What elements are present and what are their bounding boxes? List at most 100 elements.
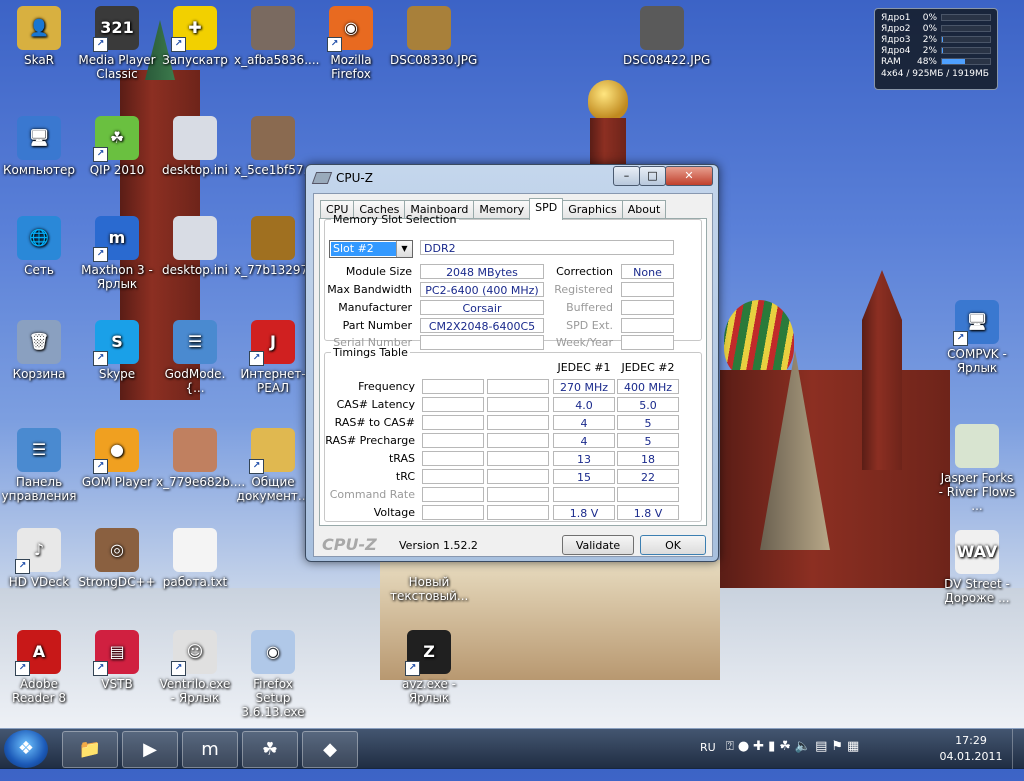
desktop-icon[interactable]: A ↗ Adobe Reader 8	[0, 630, 78, 705]
desktop-icon[interactable]: 🖥 Компьютер	[0, 116, 78, 177]
maximize-button[interactable]: □	[639, 166, 666, 186]
desktop-icon[interactable]: 🖥 ↗ COMPVK - Ярлык	[938, 300, 1016, 375]
desktop-icon-label: SkaR	[23, 53, 55, 67]
shortcut-arrow-icon: ↗	[953, 331, 968, 346]
desktop-icon[interactable]: DSC08330.JPG	[390, 6, 477, 67]
desktop-icon[interactable]: ▤ ↗ VSTB	[78, 630, 156, 691]
registered-value	[621, 282, 674, 297]
desktop-icon-label: Компьютер	[3, 163, 75, 177]
desktop-icon[interactable]: ◉ Firefox Setup 3.6.13.exe	[234, 630, 312, 719]
taskbar-button-icon: m	[201, 739, 219, 760]
desktop-icon[interactable]: DSC08422.JPG	[623, 6, 710, 67]
timing-jedec1-value: 1.8 V	[553, 505, 615, 520]
help-icon[interactable]: ⍰	[726, 739, 738, 754]
desktop-icon[interactable]: m ↗ Maxthon 3 - Ярлык	[78, 216, 156, 291]
desktop-icon[interactable]: x_77b13297....	[234, 216, 323, 277]
desktop-icon[interactable]: S ↗ Skype	[78, 320, 156, 381]
desktop-icon[interactable]: Jasper Forks - River Flows ...	[938, 424, 1016, 513]
desktop-icon-glyph: J	[270, 332, 276, 351]
shortcut-arrow-icon: ↗	[93, 147, 108, 162]
desktop-icon-label: DV Street - Дороже ...	[944, 577, 1010, 605]
desktop-icon[interactable]: 321 ↗ Media Player Classic	[78, 6, 156, 81]
explorer-taskbar-button[interactable]: 📁	[62, 731, 118, 768]
taskbar-button-icon: 📁	[78, 739, 102, 760]
desktop-icon-image: 👤	[17, 6, 61, 50]
desktop-icon-image	[173, 428, 217, 472]
desktop-icon[interactable]: ◉ ↗ Mozilla Firefox	[312, 6, 390, 81]
gadget-row: Ядро4 2%	[881, 45, 991, 56]
memory-slot-group-title: Memory Slot Selection	[333, 213, 457, 226]
slot-select[interactable]: Slot #2 ▼	[329, 240, 413, 258]
desktop-icon[interactable]: работа.txt	[156, 528, 234, 589]
chevron-down-icon[interactable]: ▼	[396, 241, 412, 257]
system-monitor-gadget[interactable]: Ядро1 0% Ядро2 0% Ядро3 2% Ядро4 2% RAM 48% 4x64 …	[874, 8, 998, 90]
qip-tray-icon[interactable]: ☘	[779, 739, 795, 754]
internet-tray-icon[interactable]: ▮	[768, 739, 779, 754]
desktop-icon[interactable]: J ↗ Интернет-РЕАЛ	[234, 320, 312, 395]
language-indicator[interactable]: RU	[700, 741, 716, 781]
desktop-icon[interactable]: Z ↗ avz.exe - Ярлык	[390, 630, 468, 705]
gom-tray-icon[interactable]: ●	[738, 739, 753, 754]
desktop-icon[interactable]: ☘ ↗ QIP 2010	[78, 116, 156, 177]
desktop-icon-image	[251, 6, 295, 50]
desktop-icon[interactable]: desktop.ini	[156, 216, 234, 277]
cathedral-dome-1	[724, 300, 794, 380]
gadget-row-percent: 0%	[922, 23, 937, 34]
desktop-icon-image	[173, 116, 217, 160]
qip-taskbar-button[interactable]: ☘	[242, 731, 298, 768]
desktop-icon[interactable]: x_779e682b....	[156, 428, 245, 489]
desktop-icon[interactable]: ☰ GodMode.{...	[156, 320, 234, 395]
desktop-icon[interactable]: ☰ Панель управления	[0, 428, 78, 503]
desktop-icon-glyph: ◉	[266, 642, 280, 661]
close-button[interactable]: ✕	[665, 166, 713, 186]
desktop-icon-glyph: A	[32, 642, 46, 661]
desktop-icon-image: 🖥	[17, 116, 61, 160]
gadget-row: Ядро3 2%	[881, 34, 991, 45]
desktop-icon-image: ♪ ↗	[15, 528, 61, 574]
media-taskbar-button[interactable]: ▶	[122, 731, 178, 768]
minimize-button[interactable]: –	[613, 166, 640, 186]
gadget-row-fill	[942, 48, 943, 53]
monitor-tray-icon[interactable]: ▦	[847, 739, 863, 754]
gadget-row-name: RAM	[881, 56, 901, 67]
desktop-icon[interactable]: ↗ Общие документ...	[234, 428, 312, 503]
desktop-icon[interactable]: 🗑 Корзина	[0, 320, 78, 381]
network-icon[interactable]: ▤	[815, 739, 831, 754]
launcher-tray-icon[interactable]: ✚	[753, 739, 768, 754]
desktop-icon[interactable]: ◎ StrongDC++	[78, 528, 156, 589]
desktop-icon-image: ☘ ↗	[93, 116, 139, 162]
desktop-icon-glyph: 🖥	[966, 312, 988, 331]
desktop-icon-label: Skype	[98, 367, 136, 381]
desktop-icon[interactable]: 👤 SkaR	[0, 6, 78, 67]
desktop-icon[interactable]: desktop.ini	[156, 116, 234, 177]
volume-icon[interactable]: 🔈	[795, 739, 815, 754]
gadget-row-name: Ядро1	[881, 12, 911, 23]
desktop-icon-label: Jasper Forks - River Flows ...	[938, 471, 1016, 513]
show-desktop-button[interactable]	[1012, 729, 1024, 769]
shortcut-arrow-icon: ↗	[15, 661, 30, 676]
cpuz-taskbar-button[interactable]: ◆	[302, 731, 358, 768]
desktop-icon[interactable]: 🌐 Сеть	[0, 216, 78, 277]
flag-icon[interactable]: ⚑	[831, 739, 847, 754]
validate-button[interactable]: Validate	[562, 535, 634, 555]
desktop-icon-image: ▤ ↗	[93, 630, 139, 676]
shortcut-arrow-icon: ↗	[93, 247, 108, 262]
desktop-icon[interactable]: x_afba5836....	[234, 6, 319, 67]
ok-button[interactable]: OK	[640, 535, 706, 555]
desktop-icon[interactable]: ✚ ↗ Запускатр	[156, 6, 234, 67]
red-tower-right	[862, 270, 902, 470]
desktop-icon-label: avz.exe - Ярлык	[402, 677, 456, 705]
windows-orb-icon[interactable]: ❖	[4, 730, 48, 768]
gadget-row-percent: 0%	[922, 12, 937, 23]
desktop-icon[interactable]: x_5ce1bf57....	[234, 116, 319, 177]
tab-spd[interactable]: SPD	[529, 198, 564, 220]
clock[interactable]: 17:29 04.01.2011	[934, 733, 1008, 765]
timing-extra-cell-2	[487, 433, 549, 448]
maxthon-taskbar-button[interactable]: m	[182, 731, 238, 768]
desktop-icon[interactable]: WAV DV Street - Дороже ...	[938, 530, 1016, 605]
desktop-icon-label: HD VDeck	[8, 575, 70, 589]
desktop-icon[interactable]: ♪ ↗ HD VDeck	[0, 528, 78, 589]
desktop-icon[interactable]: ☺ ↗ Ventrilo.exe - Ярлык	[156, 630, 234, 705]
gadget-row-percent: 2%	[922, 45, 937, 56]
desktop-icon[interactable]: ● ↗ GOM Player	[78, 428, 156, 489]
